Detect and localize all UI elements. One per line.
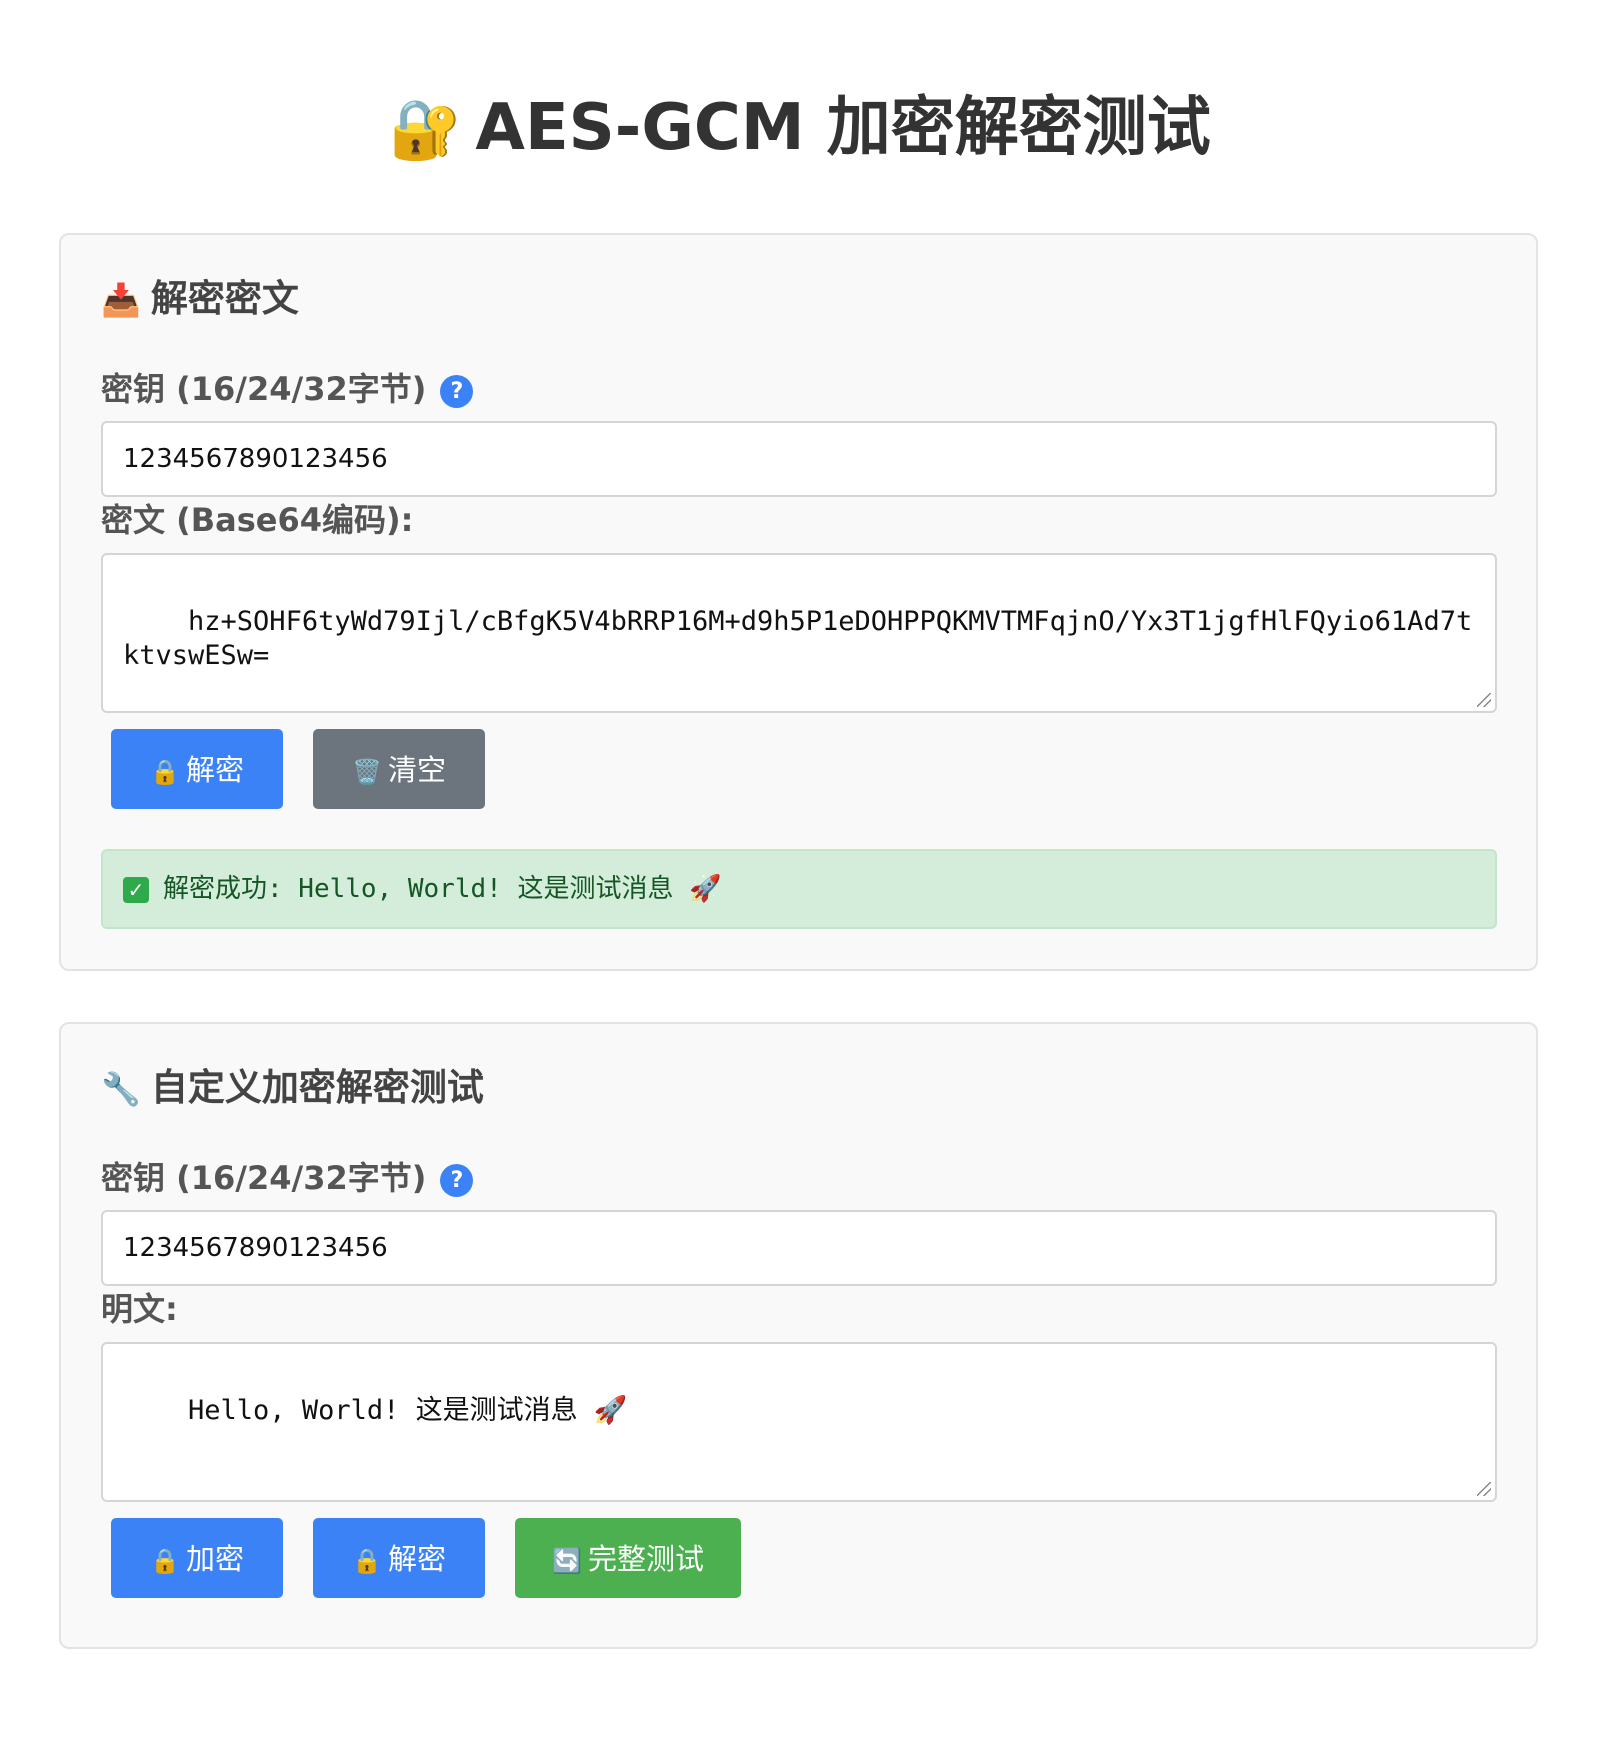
ciphertext-textarea[interactable]: hz+SOHF6tyWd79Ijl/cBfgK5V4bRRP16M+d9h5P1… — [101, 553, 1497, 713]
decrypt-result-text: 解密成功: Hello, World! 这是测试消息 🚀 — [163, 874, 722, 904]
decrypt-button[interactable]: 🔒 解密 — [111, 729, 283, 809]
ciphertext-label: 密文 (Base64编码): — [101, 501, 414, 539]
page-title: 🔐 AES-GCM 加密解密测试 — [0, 88, 1600, 169]
lock-icon: 🔒 — [352, 1547, 382, 1575]
decrypt-key-input[interactable] — [101, 421, 1497, 497]
plaintext-label: 明文: — [101, 1290, 178, 1328]
wrench-icon: 🔧 — [101, 1070, 141, 1108]
resize-handle[interactable] — [1477, 693, 1491, 707]
resize-handle[interactable] — [1477, 1482, 1491, 1496]
inbox-tray-icon: 📥 — [101, 281, 141, 319]
full-test-button[interactable]: 🔄 完整测试 — [515, 1518, 741, 1598]
decrypt-section-title: 📥 解密密文 — [101, 275, 299, 324]
lock-with-key-icon: 🔐 — [389, 95, 462, 163]
custom-decrypt-button-label: 解密 — [387, 1542, 446, 1576]
custom-test-section: 🔧自定义加密解密测试 密钥 (16/24/32字节)? 明文: Hello, W… — [59, 1022, 1538, 1649]
page-title-text: AES-GCM 加密解密测试 — [475, 91, 1211, 165]
custom-key-label: 密钥 (16/24/32字节)? — [101, 1157, 474, 1199]
custom-section-title-text: 自定义加密解密测试 — [150, 1066, 484, 1109]
custom-key-label-text: 密钥 (16/24/32字节) — [101, 1159, 427, 1197]
decrypt-section-title-text: 解密密文 — [150, 277, 299, 320]
plaintext-value: Hello, World! 这是测试消息 🚀 — [188, 1395, 628, 1426]
full-test-button-label: 完整测试 — [587, 1542, 704, 1576]
check-mark-icon: ✓ — [123, 876, 149, 903]
clear-button[interactable]: 🗑️ 清空 — [313, 729, 485, 809]
decrypt-button-label: 解密 — [185, 753, 244, 787]
encrypt-button[interactable]: 🔒 加密 — [111, 1518, 283, 1598]
refresh-icon: 🔄 — [552, 1547, 582, 1575]
lock-icon: 🔒 — [150, 758, 180, 786]
encrypt-button-label: 加密 — [185, 1542, 244, 1576]
help-icon[interactable]: ? — [440, 1163, 474, 1197]
decrypt-section: 📥解密密文 密钥 (16/24/32字节)? 密文 (Base64编码): hz… — [59, 233, 1538, 971]
decrypt-result-message: ✓ 解密成功: Hello, World! 这是测试消息 🚀 — [101, 849, 1497, 929]
wastebasket-icon: 🗑️ — [352, 758, 382, 786]
ciphertext-value: hz+SOHF6tyWd79Ijl/cBfgK5V4bRRP16M+d9h5P1… — [123, 606, 1473, 671]
lock-icon: 🔒 — [150, 1547, 180, 1575]
decrypt-key-label-text: 密钥 (16/24/32字节) — [101, 370, 427, 408]
custom-key-input[interactable] — [101, 1210, 1497, 1286]
plaintext-textarea[interactable]: Hello, World! 这是测试消息 🚀 — [101, 1342, 1497, 1502]
clear-button-label: 清空 — [387, 753, 446, 787]
custom-decrypt-button[interactable]: 🔒 解密 — [313, 1518, 485, 1598]
help-icon[interactable]: ? — [440, 374, 474, 408]
custom-section-title: 🔧 自定义加密解密测试 — [101, 1064, 484, 1113]
decrypt-key-label: 密钥 (16/24/32字节)? — [101, 368, 474, 410]
